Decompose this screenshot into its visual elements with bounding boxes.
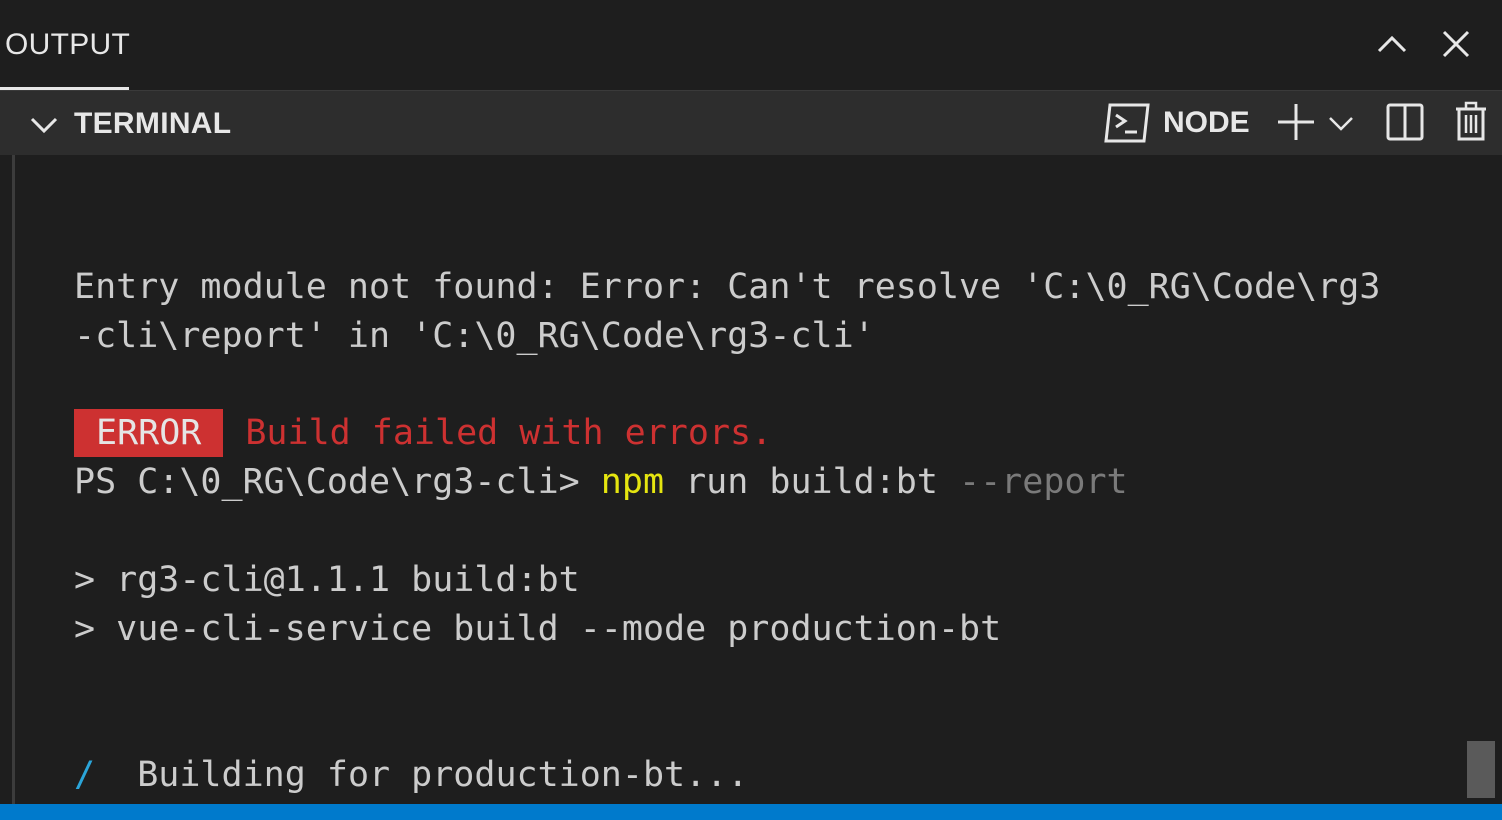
plus-icon [1278, 104, 1314, 140]
new-terminal-button[interactable] [1276, 102, 1316, 142]
chevron-down-icon [1329, 117, 1353, 131]
chevron-up-icon [1377, 35, 1407, 53]
close-panel-button[interactable] [1436, 24, 1476, 64]
prompt-line: PS C:\0_RG\Code\rg3-cli> npm run build:b… [74, 458, 1128, 507]
split-terminal-button[interactable] [1386, 103, 1424, 141]
building-text: Building for production-bt... [95, 755, 749, 795]
terminal-dropdown-button[interactable] [1327, 111, 1355, 135]
terminal-title: TERMINAL [74, 107, 232, 140]
gutter-line [12, 155, 15, 805]
shell-name[interactable]: NODE [1163, 90, 1250, 155]
prompt: PS C:\0_RG\Code\rg3-cli> [74, 462, 601, 502]
panel-tabbar: OUTPUT [0, 0, 1502, 90]
error-message: Build failed with errors. [245, 413, 773, 453]
output-line: > rg3-cli@1.1.1 build:bt [74, 560, 580, 600]
collapse-terminal-button[interactable] [28, 109, 60, 141]
command-flag: --report [959, 462, 1128, 502]
command-name: npm [600, 462, 665, 502]
error-line: ERROR Build failed with errors. [74, 409, 772, 458]
spinner-icon: / [74, 755, 96, 795]
kill-terminal-button[interactable] [1454, 101, 1488, 141]
status-bar [0, 804, 1502, 820]
output-line: -cli\report' in 'C:\0_RG\Code\rg3-cli' [74, 316, 875, 356]
scrollbar-thumb[interactable] [1467, 741, 1495, 798]
maximize-panel-button[interactable] [1372, 24, 1412, 64]
building-line: / Building for production-bt... [74, 751, 748, 800]
chevron-down-icon [30, 117, 58, 134]
terminal-output[interactable]: Entry module not found: Error: Can't res… [74, 155, 1464, 805]
command-args: run build:bt [664, 462, 960, 502]
split-icon [1386, 103, 1424, 141]
tab-output[interactable]: OUTPUT [0, 0, 131, 90]
error-badge: ERROR [74, 409, 224, 457]
terminal-panel: OUTPUT TERMINAL NODE Entry module not fo… [0, 0, 1502, 820]
trash-icon [1456, 101, 1486, 141]
close-icon [1442, 30, 1470, 58]
tab-output-label: OUTPUT [5, 28, 131, 61]
output-line: > vue-cli-service build --mode productio… [74, 609, 1002, 649]
terminal-icon [1103, 102, 1151, 144]
output-line: Entry module not found: Error: Can't res… [74, 267, 1381, 307]
